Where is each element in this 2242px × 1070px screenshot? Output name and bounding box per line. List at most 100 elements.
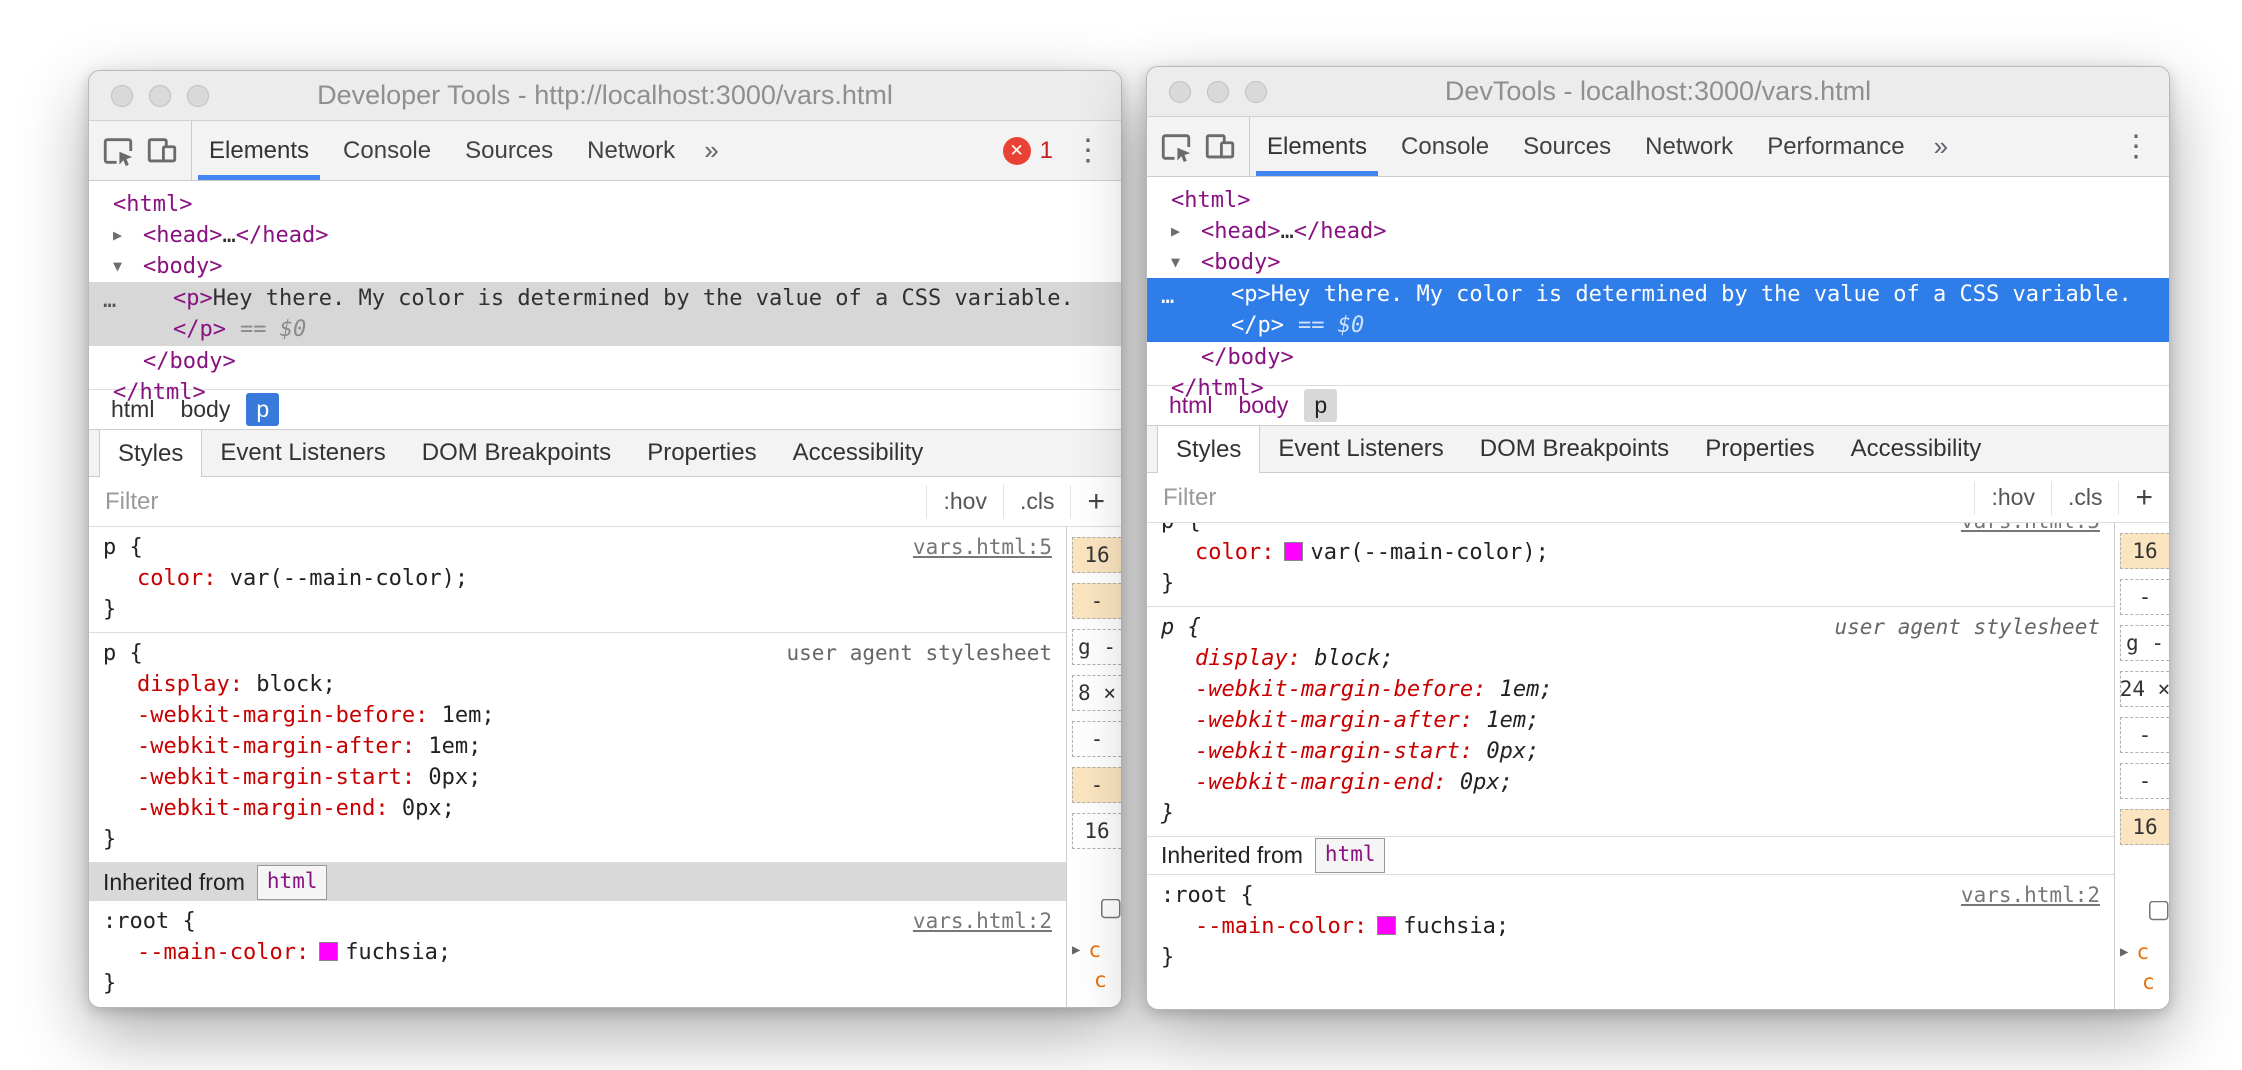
zoom-button[interactable] xyxy=(187,85,209,107)
tab-accessibility[interactable]: Accessibility xyxy=(1833,426,2000,472)
tab-event-listeners[interactable]: Event Listeners xyxy=(1260,426,1461,472)
dom-node-p-selected[interactable]: … <p>Hey there. My color is determined b… xyxy=(89,282,1121,346)
stylesheet-source-link[interactable]: vars.html:2 xyxy=(913,906,1052,937)
computed-property-partial[interactable]: ▶c xyxy=(2120,937,2169,967)
color-swatch-icon[interactable] xyxy=(1377,916,1396,935)
dom-p-open-line[interactable]: <p>Hey there. My color is determined by … xyxy=(89,283,1121,314)
overflow-dots-icon[interactable]: … xyxy=(103,285,118,316)
css-declaration[interactable]: -webkit-margin-end: 0px; xyxy=(1147,767,2114,798)
css-declaration[interactable]: color: var(--main-color); xyxy=(89,563,1066,594)
minimize-button[interactable] xyxy=(149,85,171,107)
dom-node-body-open[interactable]: ▼<body> xyxy=(89,251,1121,282)
dom-node-p-selected[interactable]: … <p>Hey there. My color is determined b… xyxy=(1147,278,2169,342)
styles-filter-input[interactable] xyxy=(89,488,926,516)
computed-pane-checkbox[interactable] xyxy=(1080,899,1122,919)
tab-dom-breakpoints[interactable]: DOM Breakpoints xyxy=(1462,426,1687,472)
css-declaration[interactable]: --main-color:fuchsia; xyxy=(1147,911,2114,942)
css-declaration[interactable]: --main-color:fuchsia; xyxy=(89,937,1066,968)
stylesheet-source-link[interactable]: vars.html:5 xyxy=(1961,523,2100,537)
rule-selector[interactable]: p { xyxy=(103,638,143,669)
styles-pane[interactable]: p { vars.html:5 color: var(--main-color);… xyxy=(89,527,1067,1007)
tab-properties[interactable]: Properties xyxy=(1687,426,1832,472)
tab-elements[interactable]: Elements xyxy=(192,121,326,180)
computed-property-partial[interactable]: c xyxy=(2120,967,2169,997)
more-tabs-chevron[interactable]: » xyxy=(1922,117,1960,176)
dom-p-close-line[interactable]: </p>== $0 xyxy=(1147,310,2169,341)
color-swatch-icon[interactable] xyxy=(1284,542,1303,561)
expand-arrow-icon[interactable]: ▶ xyxy=(1072,942,1080,958)
dom-node-body-open[interactable]: ▼<body> xyxy=(1147,247,2169,278)
computed-pane-checkbox[interactable] xyxy=(2128,901,2170,921)
rule-selector[interactable]: p { xyxy=(1161,612,1201,643)
inspect-element-icon[interactable] xyxy=(1159,130,1193,164)
dom-node-head[interactable]: ▶<head>…</head> xyxy=(1147,216,2169,247)
close-button[interactable] xyxy=(1169,81,1191,103)
dom-node-body-close[interactable]: </body> xyxy=(89,346,1121,377)
css-declaration[interactable]: -webkit-margin-before: 1em; xyxy=(89,700,1066,731)
tab-performance[interactable]: Performance xyxy=(1750,117,1921,176)
toggle-class-button[interactable]: .cls xyxy=(2051,481,2119,515)
close-button[interactable] xyxy=(111,85,133,107)
tab-accessibility[interactable]: Accessibility xyxy=(775,430,942,476)
tab-sources[interactable]: Sources xyxy=(448,121,570,180)
more-tabs-chevron[interactable]: » xyxy=(692,121,730,180)
inherited-from-node-chip[interactable]: html xyxy=(257,865,328,900)
dom-node-head[interactable]: ▶<head>…</head> xyxy=(89,220,1121,251)
color-swatch-icon[interactable] xyxy=(319,942,338,961)
tab-dom-breakpoints[interactable]: DOM Breakpoints xyxy=(404,430,629,476)
new-style-rule-button[interactable]: + xyxy=(1070,485,1121,519)
device-toolbar-icon[interactable] xyxy=(145,134,179,168)
css-declaration[interactable]: -webkit-margin-before: 1em; xyxy=(1147,674,2114,705)
dom-node-html-close[interactable]: </html> xyxy=(89,377,1121,408)
css-declaration[interactable]: -webkit-margin-start: 0px; xyxy=(1147,736,2114,767)
tab-console[interactable]: Console xyxy=(1384,117,1506,176)
tab-elements[interactable]: Elements xyxy=(1250,117,1384,176)
inherited-from-node-chip[interactable]: html xyxy=(1315,838,1386,873)
minimize-button[interactable] xyxy=(1207,81,1229,103)
expand-arrow-icon[interactable]: ▶ xyxy=(2120,944,2128,960)
error-badge[interactable]: ✕ 1 xyxy=(1003,137,1053,165)
rule-selector[interactable]: p { xyxy=(103,532,143,563)
rule-selector[interactable]: p { xyxy=(1161,523,1201,537)
collapse-arrow-icon[interactable]: ▼ xyxy=(1171,247,1201,278)
rule-selector[interactable]: :root { xyxy=(1161,880,1254,911)
dom-node-html-open[interactable]: <html> xyxy=(1147,185,2169,216)
titlebar[interactable]: DevTools - localhost:3000/vars.html xyxy=(1147,67,2169,117)
toggle-hover-state-button[interactable]: :hov xyxy=(1974,481,2050,515)
expand-arrow-icon[interactable]: ▶ xyxy=(113,220,143,251)
stylesheet-source-link[interactable]: vars.html:5 xyxy=(913,532,1052,563)
tab-network[interactable]: Network xyxy=(1628,117,1750,176)
css-declaration[interactable]: -webkit-margin-end: 0px; xyxy=(89,793,1066,824)
toggle-class-button[interactable]: .cls xyxy=(1003,485,1071,519)
styles-filter-input[interactable] xyxy=(1147,484,1974,512)
tab-styles[interactable]: Styles xyxy=(1157,426,1260,473)
css-declaration[interactable]: -webkit-margin-after: 1em; xyxy=(1147,705,2114,736)
css-declaration[interactable]: display: block; xyxy=(1147,643,2114,674)
dom-node-body-close[interactable]: </body> xyxy=(1147,342,2169,373)
computed-property-partial[interactable]: c xyxy=(1072,965,1121,995)
css-declaration[interactable]: display: block; xyxy=(89,669,1066,700)
tab-styles[interactable]: Styles xyxy=(99,430,202,477)
tab-console[interactable]: Console xyxy=(326,121,448,180)
titlebar[interactable]: Developer Tools - http://localhost:3000/… xyxy=(89,71,1121,121)
collapse-arrow-icon[interactable]: ▼ xyxy=(113,251,143,282)
dom-node-html-open[interactable]: <html> xyxy=(89,189,1121,220)
zoom-button[interactable] xyxy=(1245,81,1267,103)
dom-p-open-line[interactable]: <p>Hey there. My color is determined by … xyxy=(1147,279,2169,310)
computed-property-partial[interactable]: ▶c xyxy=(1072,935,1121,965)
overflow-dots-icon[interactable]: … xyxy=(1161,281,1176,312)
css-declaration[interactable]: -webkit-margin-start: 0px; xyxy=(89,762,1066,793)
tab-sources[interactable]: Sources xyxy=(1506,117,1628,176)
tab-properties[interactable]: Properties xyxy=(629,430,774,476)
css-declaration[interactable]: -webkit-margin-after: 1em; xyxy=(89,731,1066,762)
inspect-element-icon[interactable] xyxy=(101,134,135,168)
css-declaration[interactable]: color:var(--main-color); xyxy=(1147,537,2114,568)
dom-node-html-close[interactable]: </html> xyxy=(1147,373,2169,404)
stylesheet-source-link[interactable]: vars.html:2 xyxy=(1961,880,2100,911)
tab-event-listeners[interactable]: Event Listeners xyxy=(202,430,403,476)
styles-pane[interactable]: p {vars.html:5 color:var(--main-color); … xyxy=(1147,523,2115,1009)
kebab-menu-icon[interactable]: ⋮ xyxy=(1073,136,1103,166)
expand-arrow-icon[interactable]: ▶ xyxy=(1171,216,1201,247)
device-toolbar-icon[interactable] xyxy=(1203,130,1237,164)
kebab-menu-icon[interactable]: ⋮ xyxy=(2121,132,2151,162)
